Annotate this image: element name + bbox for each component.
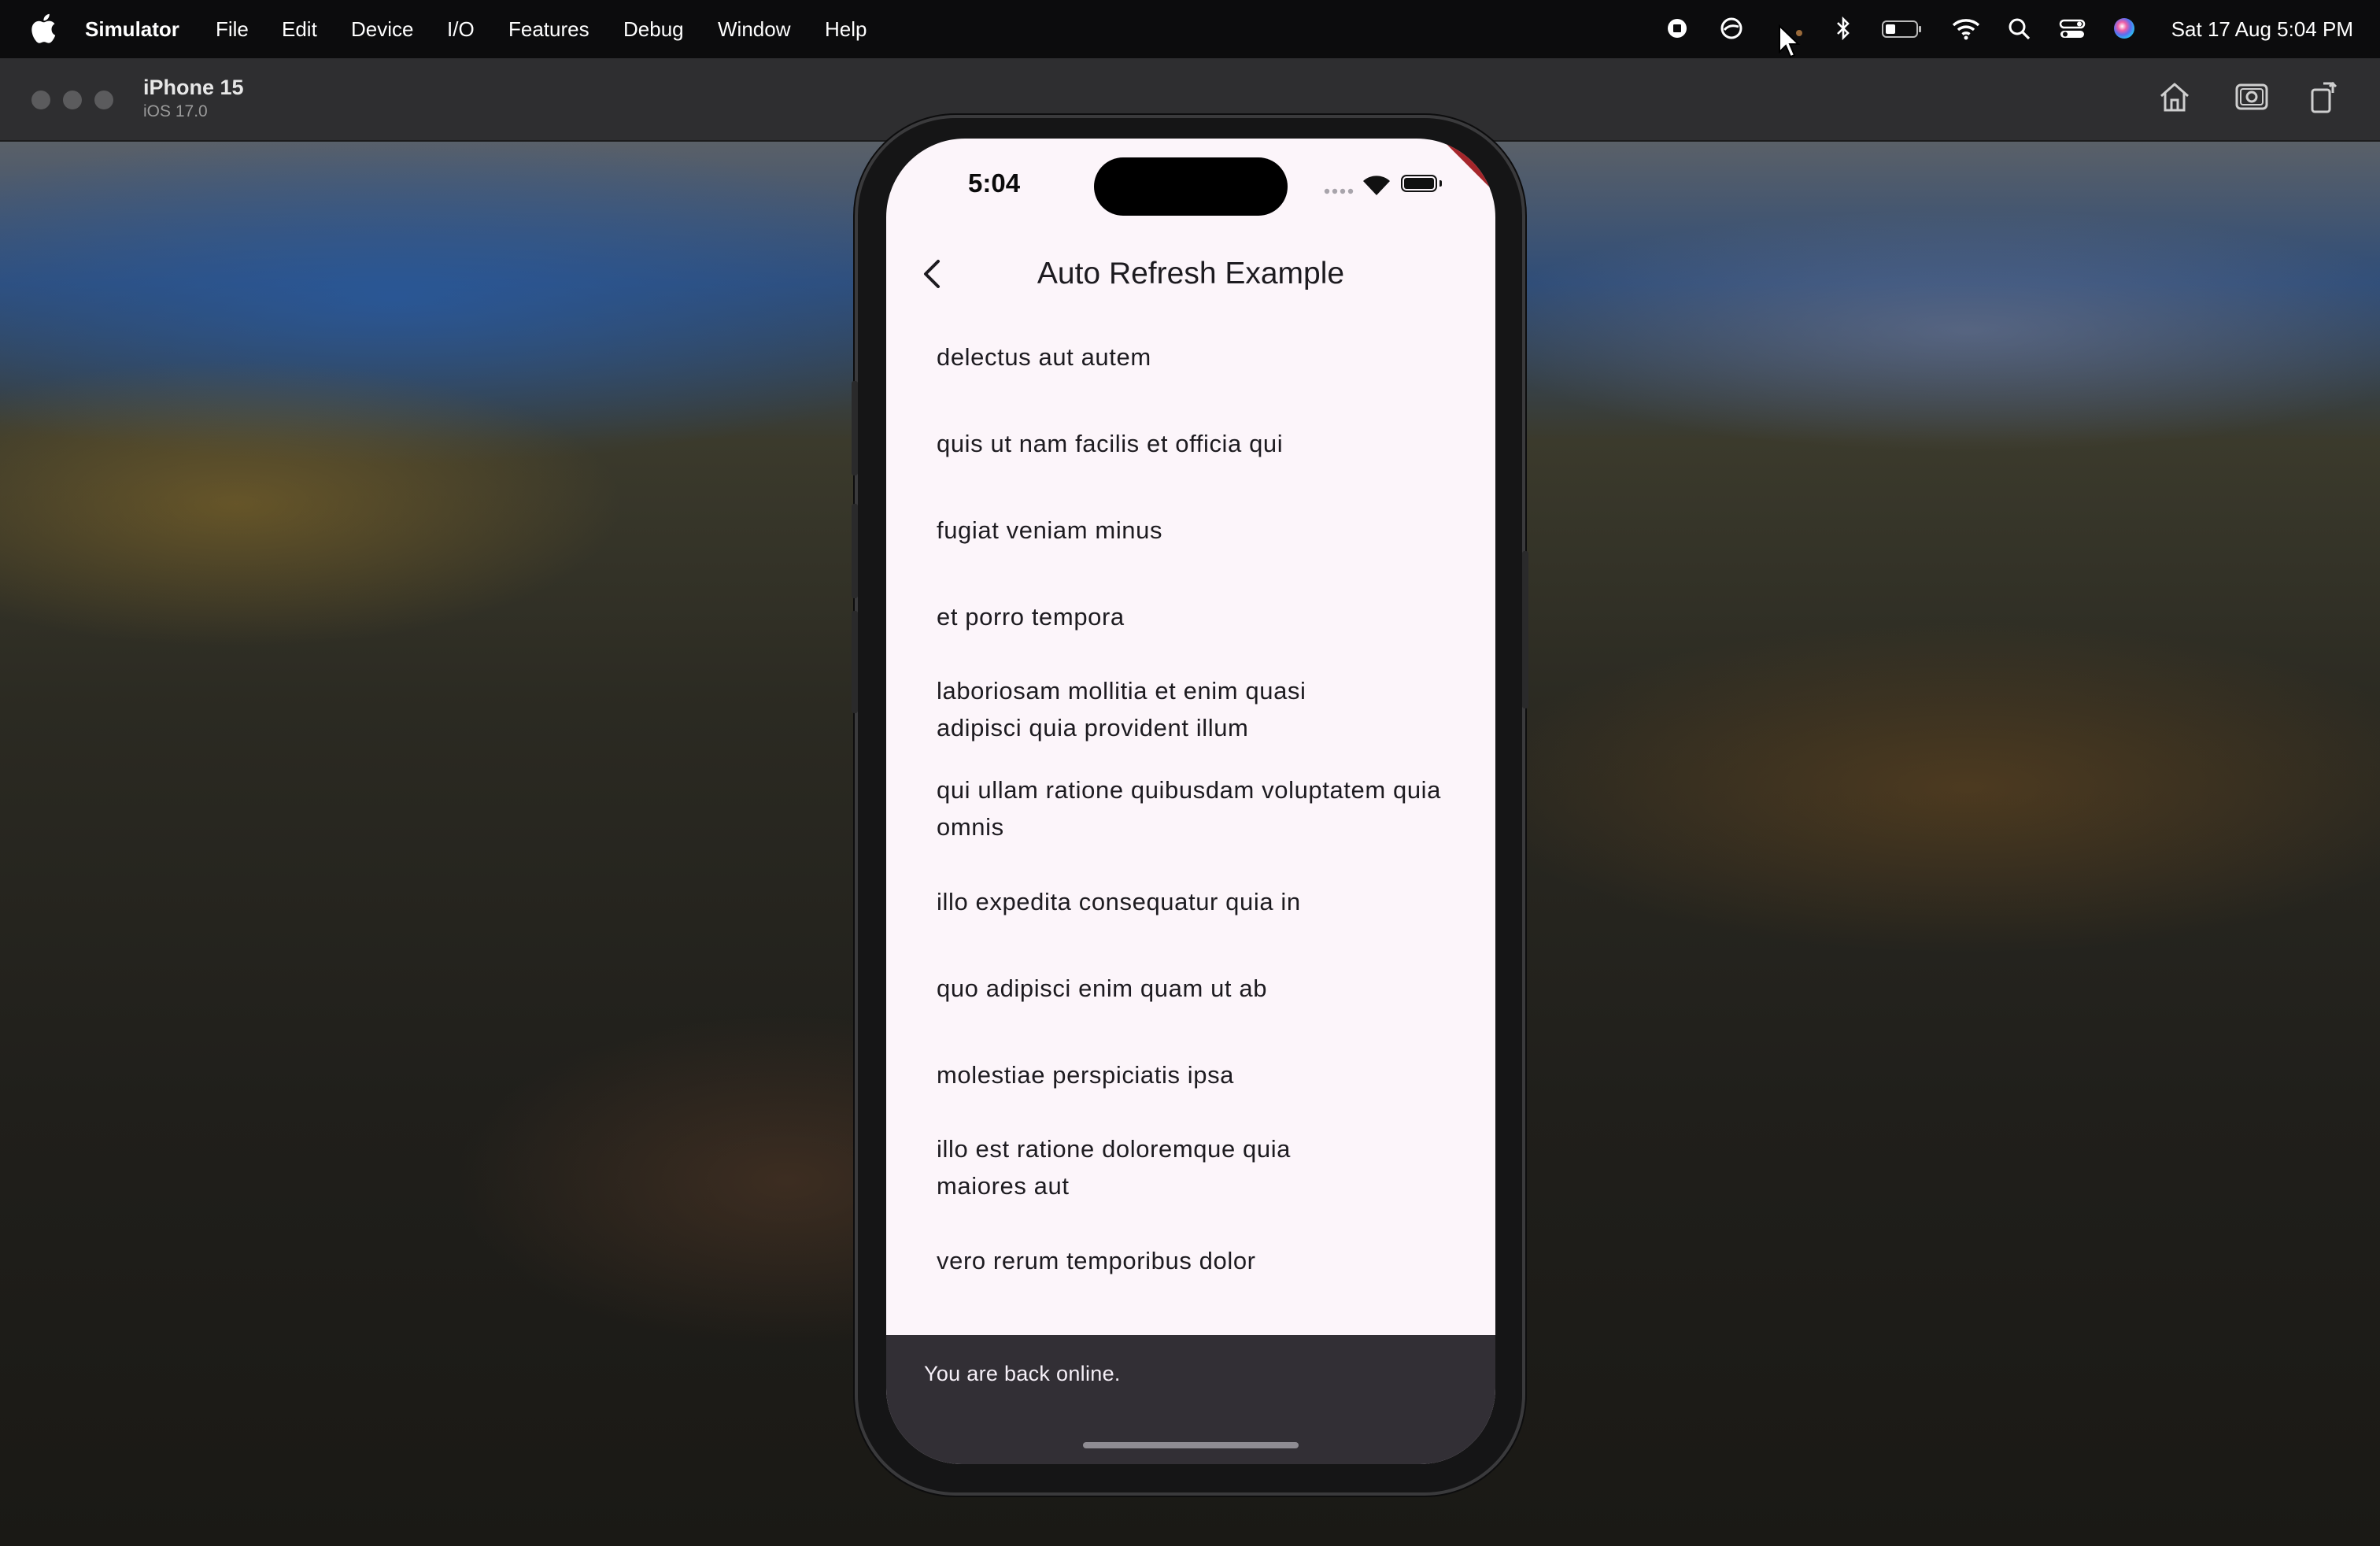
list-item[interactable]: laboriosam mollitia et enim quasi adipis… bbox=[886, 660, 1495, 759]
cursor-icon bbox=[1779, 24, 1802, 58]
menu-window[interactable]: Window bbox=[718, 17, 790, 41]
phone-battery-icon bbox=[1401, 175, 1437, 192]
home-indicator[interactable] bbox=[1083, 1442, 1299, 1448]
menu-clock[interactable]: Sat 17 Aug 5:04 PM bbox=[2171, 17, 2353, 41]
battery-icon[interactable] bbox=[1881, 14, 1924, 43]
power-button bbox=[1522, 551, 1528, 708]
list-item[interactable]: illo expedita consequatur quia in bbox=[886, 858, 1495, 945]
list-item-text: quo adipisci enim quam ut ab bbox=[937, 975, 1268, 1002]
phone-status-time: 5:04 bbox=[968, 168, 1021, 198]
menu-help[interactable]: Help bbox=[825, 17, 867, 41]
list-item[interactable]: illo est ratione doloremque quia maiores… bbox=[886, 1118, 1495, 1217]
apple-logo-icon[interactable] bbox=[30, 13, 57, 44]
phone-screen: 5:04 DEBUG Auto Refresh Example delectus… bbox=[886, 139, 1495, 1464]
wifi-icon[interactable] bbox=[1950, 14, 1982, 43]
list-item[interactable]: molestiae perspiciatis ipsa bbox=[886, 1031, 1495, 1118]
bluetooth-icon[interactable] bbox=[1834, 14, 1853, 43]
control-center-icon[interactable] bbox=[2059, 14, 2086, 43]
menu-device[interactable]: Device bbox=[351, 17, 413, 41]
list-item[interactable]: quis ut nam facilis et officia qui bbox=[886, 400, 1495, 486]
zoom-window-button[interactable] bbox=[94, 91, 113, 109]
screenshot-icon[interactable] bbox=[2234, 79, 2270, 115]
list-item-text: quis ut nam facilis et officia qui bbox=[937, 430, 1284, 457]
rotate-icon[interactable] bbox=[2306, 79, 2342, 115]
list-item[interactable]: delectus aut autem bbox=[886, 313, 1495, 400]
app-bar-title: Auto Refresh Example bbox=[1037, 257, 1345, 290]
menu-bar: Simulator File Edit Device I/O Features … bbox=[0, 0, 2380, 58]
list-item-text: vero rerum temporibus dolor bbox=[937, 1247, 1256, 1274]
volume-down-button bbox=[852, 504, 858, 598]
snackbar-message: You are back online. bbox=[924, 1362, 1121, 1385]
volume-up-button bbox=[852, 381, 858, 475]
menu-file[interactable]: File bbox=[216, 17, 249, 41]
dynamic-island bbox=[1094, 157, 1288, 216]
close-window-button[interactable] bbox=[31, 91, 50, 109]
list-item[interactable]: et porro tempora bbox=[886, 573, 1495, 660]
home-icon[interactable] bbox=[2156, 79, 2193, 115]
device-os-version: iOS 17.0 bbox=[143, 102, 208, 120]
list-item[interactable]: vero rerum temporibus dolor bbox=[886, 1217, 1495, 1304]
cellular-signal-icon bbox=[1324, 188, 1354, 194]
menu-debug[interactable]: Debug bbox=[623, 17, 684, 41]
phone-wifi-icon bbox=[1363, 176, 1390, 195]
action-button bbox=[852, 611, 858, 713]
list-item[interactable]: fugiat veniam minus bbox=[886, 486, 1495, 573]
menu-io[interactable]: I/O bbox=[447, 17, 475, 41]
menu-app-name[interactable]: Simulator bbox=[85, 17, 179, 41]
minimize-window-button[interactable] bbox=[63, 91, 82, 109]
menu-edit[interactable]: Edit bbox=[282, 17, 317, 41]
menu-features[interactable]: Features bbox=[508, 17, 589, 41]
list-item-text: qui ullam ratione quibusdam voluptatem q… bbox=[937, 776, 1442, 841]
record-icon[interactable] bbox=[1665, 14, 1689, 43]
siri-icon[interactable] bbox=[2111, 14, 2138, 43]
phone-battery-cap bbox=[1439, 180, 1442, 187]
list-item-text: fugiat veniam minus bbox=[937, 516, 1163, 544]
activity-icon[interactable] bbox=[1719, 14, 1744, 43]
list-item-text: et porro tempora bbox=[937, 603, 1125, 631]
list-item-text: illo est ratione doloremque quia maiores… bbox=[937, 1135, 1292, 1200]
list-item[interactable]: quo adipisci enim quam ut ab bbox=[886, 945, 1495, 1031]
list-item-text: illo expedita consequatur quia in bbox=[937, 888, 1301, 915]
list-item[interactable]: qui ullam ratione quibusdam voluptatem q… bbox=[886, 759, 1495, 858]
list-item-text: molestiae perspiciatis ipsa bbox=[937, 1061, 1235, 1089]
search-icon[interactable] bbox=[2007, 14, 2032, 43]
device-name: iPhone 15 bbox=[143, 76, 244, 99]
list-item-text: delectus aut autem bbox=[937, 343, 1151, 371]
list-item-text: laboriosam mollitia et enim quasi adipis… bbox=[937, 677, 1306, 742]
